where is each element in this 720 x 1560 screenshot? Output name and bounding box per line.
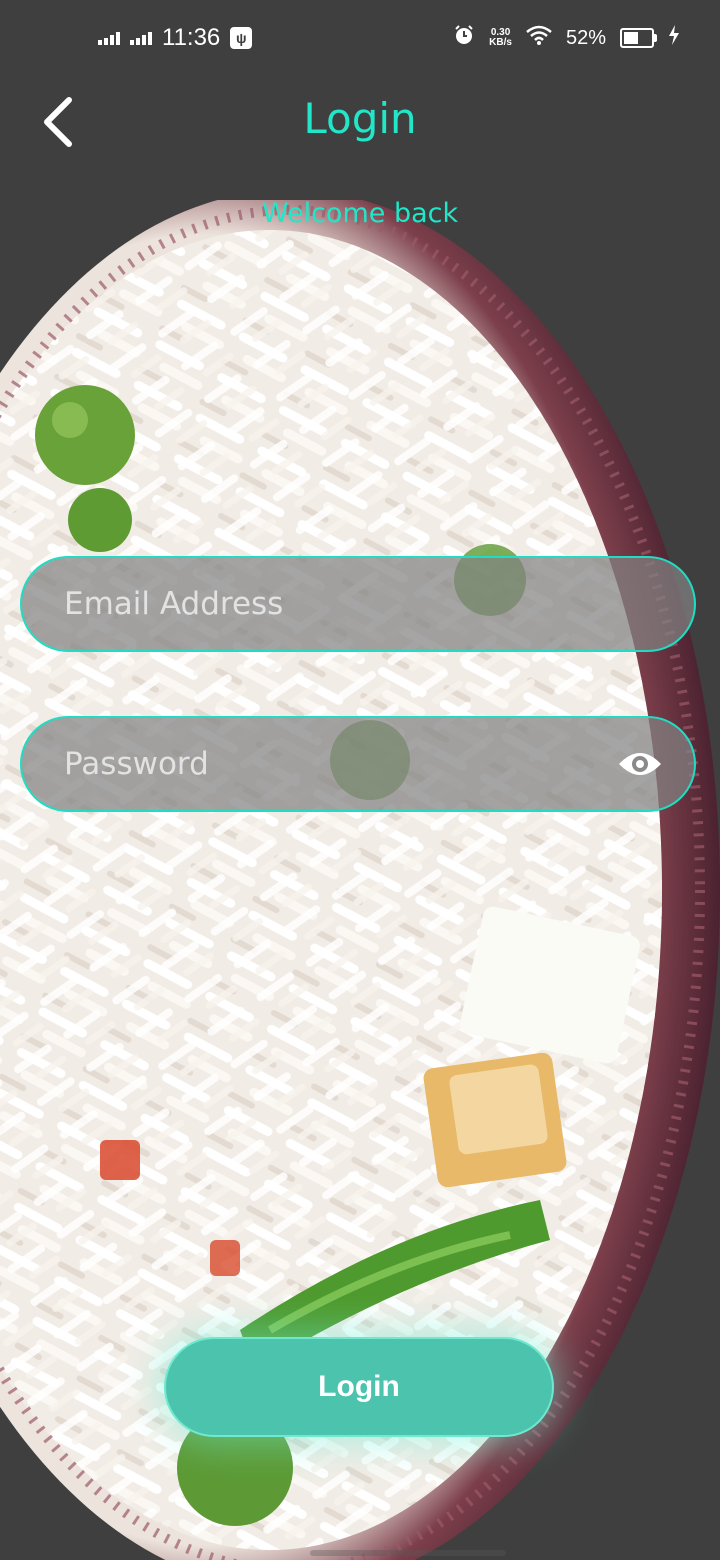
status-bar-right: 0.30 KB/s 52% xyxy=(453,24,680,52)
signal-icon xyxy=(130,31,152,45)
alarm-icon xyxy=(453,24,475,52)
welcome-subtitle: Welcome back xyxy=(261,198,459,229)
password-visibility-toggle[interactable] xyxy=(608,732,672,796)
battery-icon xyxy=(620,28,657,48)
battery-percent: 52% xyxy=(565,26,606,49)
login-button[interactable]: Login xyxy=(164,1337,554,1437)
signal-icon xyxy=(98,31,120,45)
home-indicator xyxy=(310,1550,506,1556)
battery-level xyxy=(624,32,638,44)
wifi-icon xyxy=(526,25,552,51)
speed-unit: KB/s xyxy=(489,37,512,48)
status-time: 11:36 xyxy=(162,24,221,51)
password-input[interactable] xyxy=(22,718,608,810)
email-input[interactable] xyxy=(22,558,694,650)
password-field-container xyxy=(20,716,696,812)
eye-icon xyxy=(619,753,661,775)
usb-icon: ψ xyxy=(230,27,253,49)
status-bar-left: 11:36 ψ xyxy=(98,24,253,52)
login-screen: 11:36 ψ 0.30 KB/s 52% Login Welcome back… xyxy=(0,0,720,1560)
charging-icon xyxy=(668,25,680,51)
email-field-container xyxy=(20,556,696,652)
status-bar: 11:36 ψ 0.30 KB/s 52% xyxy=(0,0,720,80)
page-title: Login xyxy=(303,94,417,143)
network-speed: 0.30 KB/s xyxy=(489,28,512,48)
